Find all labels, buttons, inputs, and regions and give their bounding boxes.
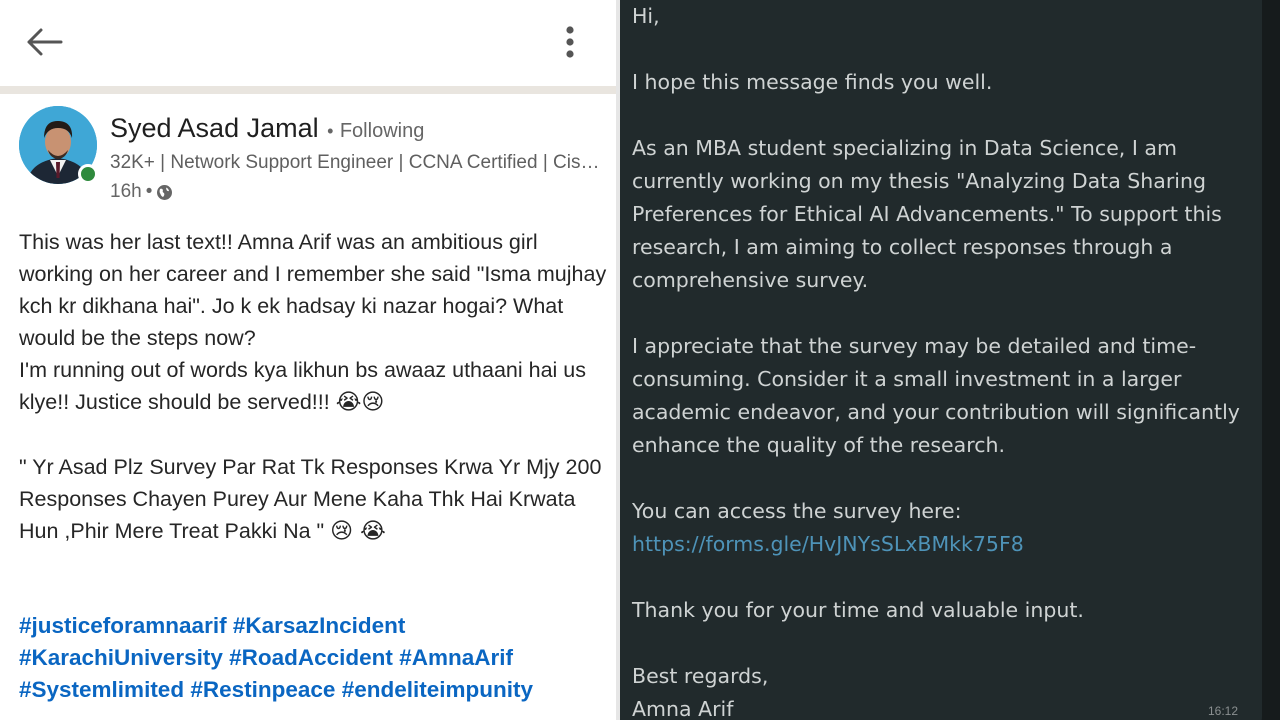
sad-emoji: 😢 😭 — [330, 519, 386, 544]
linkedin-post-pane: Syed Asad Jamal • Following 32K+ | Netwo… — [0, 0, 616, 720]
message-screenshot-pane: Hi, I hope this message finds you well. … — [620, 0, 1280, 720]
author-line: Syed Asad Jamal • Following — [110, 113, 424, 144]
message-timestamp: 16:12 — [1208, 704, 1239, 718]
post-paragraph: This was her last text!! Amna Arif was a… — [19, 226, 609, 354]
message-paragraph: I hope this message finds you well. — [632, 70, 993, 94]
post-line: This was her last text!! Amna Arif was a… — [19, 230, 607, 350]
back-arrow-icon — [27, 28, 63, 56]
post-quote: " Yr Asad Plz Survey Par Rat Tk Response… — [19, 451, 609, 548]
hashtag-link[interactable]: #RoadAccident — [229, 645, 393, 670]
post-body: This was her last text!! Amna Arif was a… — [19, 226, 609, 548]
meta-dot-separator: • — [145, 181, 153, 202]
hashtag-link[interactable]: #AmnaArif — [399, 645, 513, 670]
more-vertical-icon — [566, 26, 574, 58]
message-greeting: Hi, — [632, 4, 660, 28]
quote-text: " Yr Asad Plz Survey Par Rat Tk Response… — [19, 455, 602, 543]
message-signoff: Best regards, — [632, 664, 769, 688]
edge-strip — [1262, 0, 1280, 720]
name-dot-separator: • — [327, 121, 334, 141]
post-meta: 16h • — [110, 181, 173, 203]
post-line: I'm running out of words kya likhun bs a… — [19, 358, 587, 414]
hashtag-link[interactable]: #KarachiUniversity — [19, 645, 223, 670]
following-status[interactable]: Following — [340, 120, 424, 142]
survey-link[interactable]: https://forms.gle/HvJNYsSLxBMkk75F8 — [632, 532, 1024, 556]
message-paragraph: Thank you for your time and valuable inp… — [632, 598, 1084, 622]
top-app-bar — [0, 0, 616, 86]
hashtag-link[interactable]: #KarsazIncident — [233, 613, 406, 638]
online-status-indicator — [78, 164, 98, 184]
message-signature: Amna Arif — [632, 697, 734, 720]
message-paragraph: I appreciate that the survey may be deta… — [632, 334, 1240, 457]
more-options-button[interactable] — [552, 20, 588, 64]
hashtag-link[interactable]: #Systemlimited — [19, 677, 184, 702]
hashtag-link[interactable]: #endeliteimpunity — [342, 677, 533, 702]
hashtag-link[interactable]: #Restinpeace — [190, 677, 335, 702]
author-name[interactable]: Syed Asad Jamal — [110, 113, 319, 143]
hashtags: #justiceforamnaarif #KarsazIncident #Kar… — [19, 610, 609, 706]
post-paragraph: I'm running out of words kya likhun bs a… — [19, 354, 609, 419]
message-text: Hi, I hope this message finds you well. … — [632, 0, 1252, 720]
back-button[interactable] — [22, 22, 66, 62]
crying-emoji: 😭😢 — [335, 390, 385, 415]
post-time: 16h — [110, 181, 142, 202]
hashtag-link[interactable]: #justiceforamnaarif — [19, 613, 227, 638]
message-paragraph: As an MBA student specializing in Data S… — [632, 136, 1222, 292]
globe-icon — [157, 184, 173, 200]
survey-prefix: You can access the survey here: — [632, 499, 962, 523]
author-headline: 32K+ | Network Support Engineer | CCNA C… — [110, 152, 604, 173]
message-survey-line: You can access the survey here: https://… — [632, 495, 1252, 561]
section-separator — [0, 86, 616, 94]
